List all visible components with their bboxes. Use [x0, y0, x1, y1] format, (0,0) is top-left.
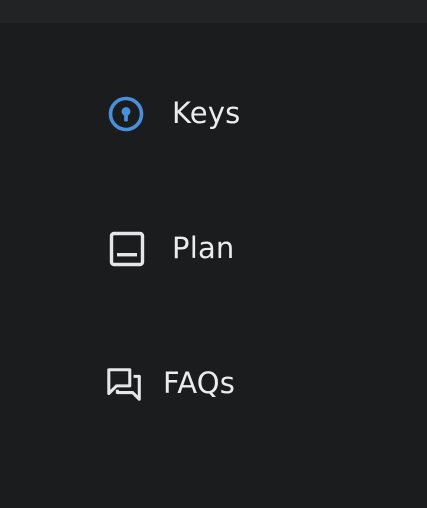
chat-bubbles-icon [107, 368, 141, 401]
sidebar-item-faqs[interactable]: FAQs [0, 348, 427, 418]
sidebar-item-keys[interactable]: Keys [0, 78, 427, 148]
key-circle-icon [108, 96, 144, 132]
sidebar-item-label: Plan [172, 231, 235, 265]
sidebar-item-label: FAQs [163, 366, 236, 400]
sidebar-nav: Keys Plan FAQs [0, 23, 427, 508]
sidebar-item-label: Keys [172, 96, 241, 130]
sidebar-item-plan[interactable]: Plan [0, 213, 427, 283]
top-bar [0, 0, 427, 23]
plan-panel-icon [109, 231, 145, 267]
